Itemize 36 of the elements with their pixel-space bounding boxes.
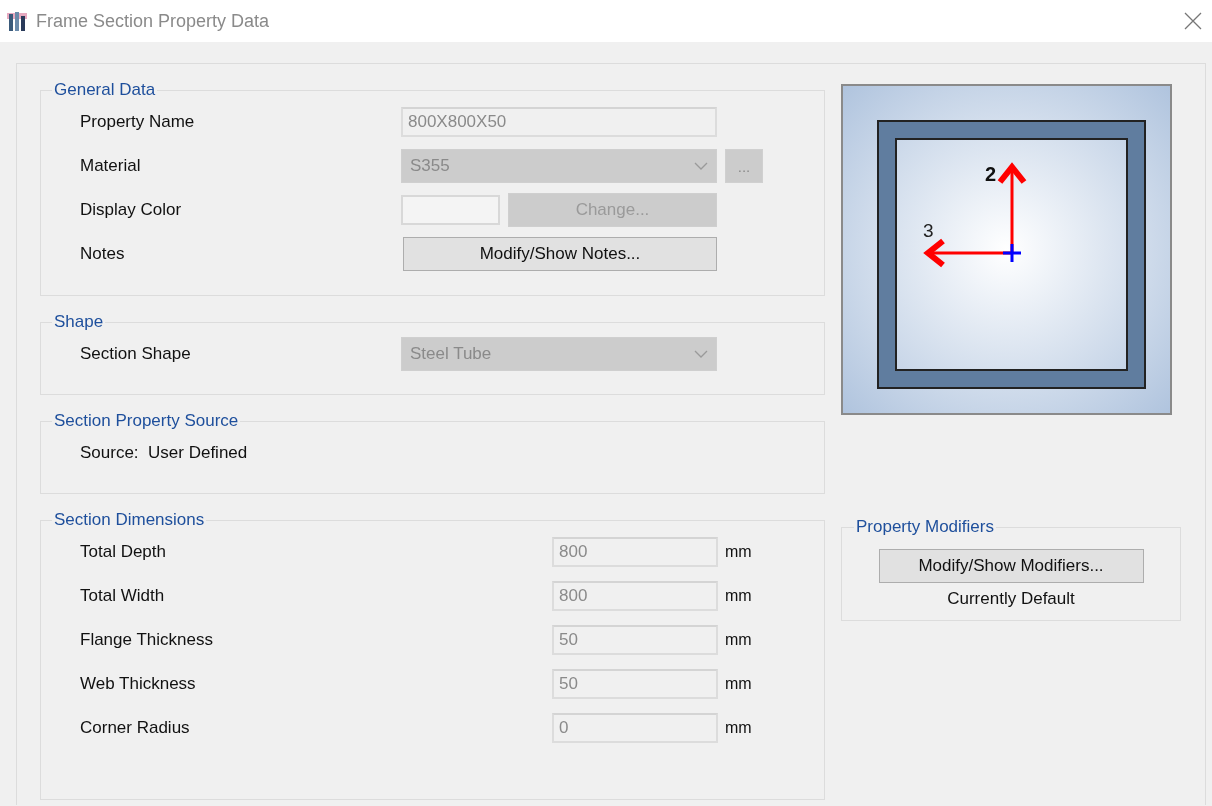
- field-label: Property Name: [80, 112, 196, 132]
- status-text: Currently Default: [947, 589, 1075, 609]
- group-title: Section Dimensions: [53, 510, 206, 530]
- field-label: Total Depth: [80, 542, 167, 562]
- dropdown[interactable]: S355: [401, 149, 717, 183]
- unit-label: mm: [725, 587, 752, 605]
- field-label: Display Color: [80, 200, 183, 220]
- property-name-field[interactable]: 800X800X50: [401, 107, 717, 137]
- dimension-field[interactable]: 50: [552, 669, 718, 699]
- dimension-field[interactable]: 800: [552, 537, 718, 567]
- field-label: Material: [80, 156, 142, 176]
- dimension-field[interactable]: 50: [552, 625, 718, 655]
- unit-label: mm: [725, 631, 752, 649]
- group-title: Section Property Source: [53, 411, 240, 431]
- browse-button[interactable]: ...: [725, 149, 763, 183]
- field-label: Total Width: [80, 586, 166, 606]
- window-title: Frame Section Property Data: [36, 10, 270, 32]
- field-label: Notes: [80, 244, 126, 264]
- group-title: Shape: [53, 312, 105, 332]
- source-text: Source: User Defined: [80, 443, 249, 463]
- field-label: Corner Radius: [80, 718, 191, 738]
- field-label: Flange Thickness: [80, 630, 214, 650]
- unit-label: mm: [725, 719, 752, 737]
- dimension-field[interactable]: 0: [552, 713, 718, 743]
- group-title: General Data: [53, 80, 157, 100]
- field-label: Web Thickness: [80, 674, 197, 694]
- group-title: Property Modifiers: [855, 517, 995, 537]
- axis-label: 2: [985, 163, 997, 185]
- notes-button[interactable]: Modify/Show Notes...: [403, 237, 717, 271]
- dropdown[interactable]: Steel Tube: [401, 337, 717, 371]
- unit-label: mm: [725, 675, 752, 693]
- axis-label: 3: [923, 220, 934, 241]
- modifiers-button[interactable]: Modify/Show Modifiers...: [878, 549, 1144, 583]
- unit-label: mm: [725, 543, 752, 561]
- dimension-field[interactable]: 800: [552, 581, 718, 611]
- field-label: Section Shape: [80, 344, 192, 364]
